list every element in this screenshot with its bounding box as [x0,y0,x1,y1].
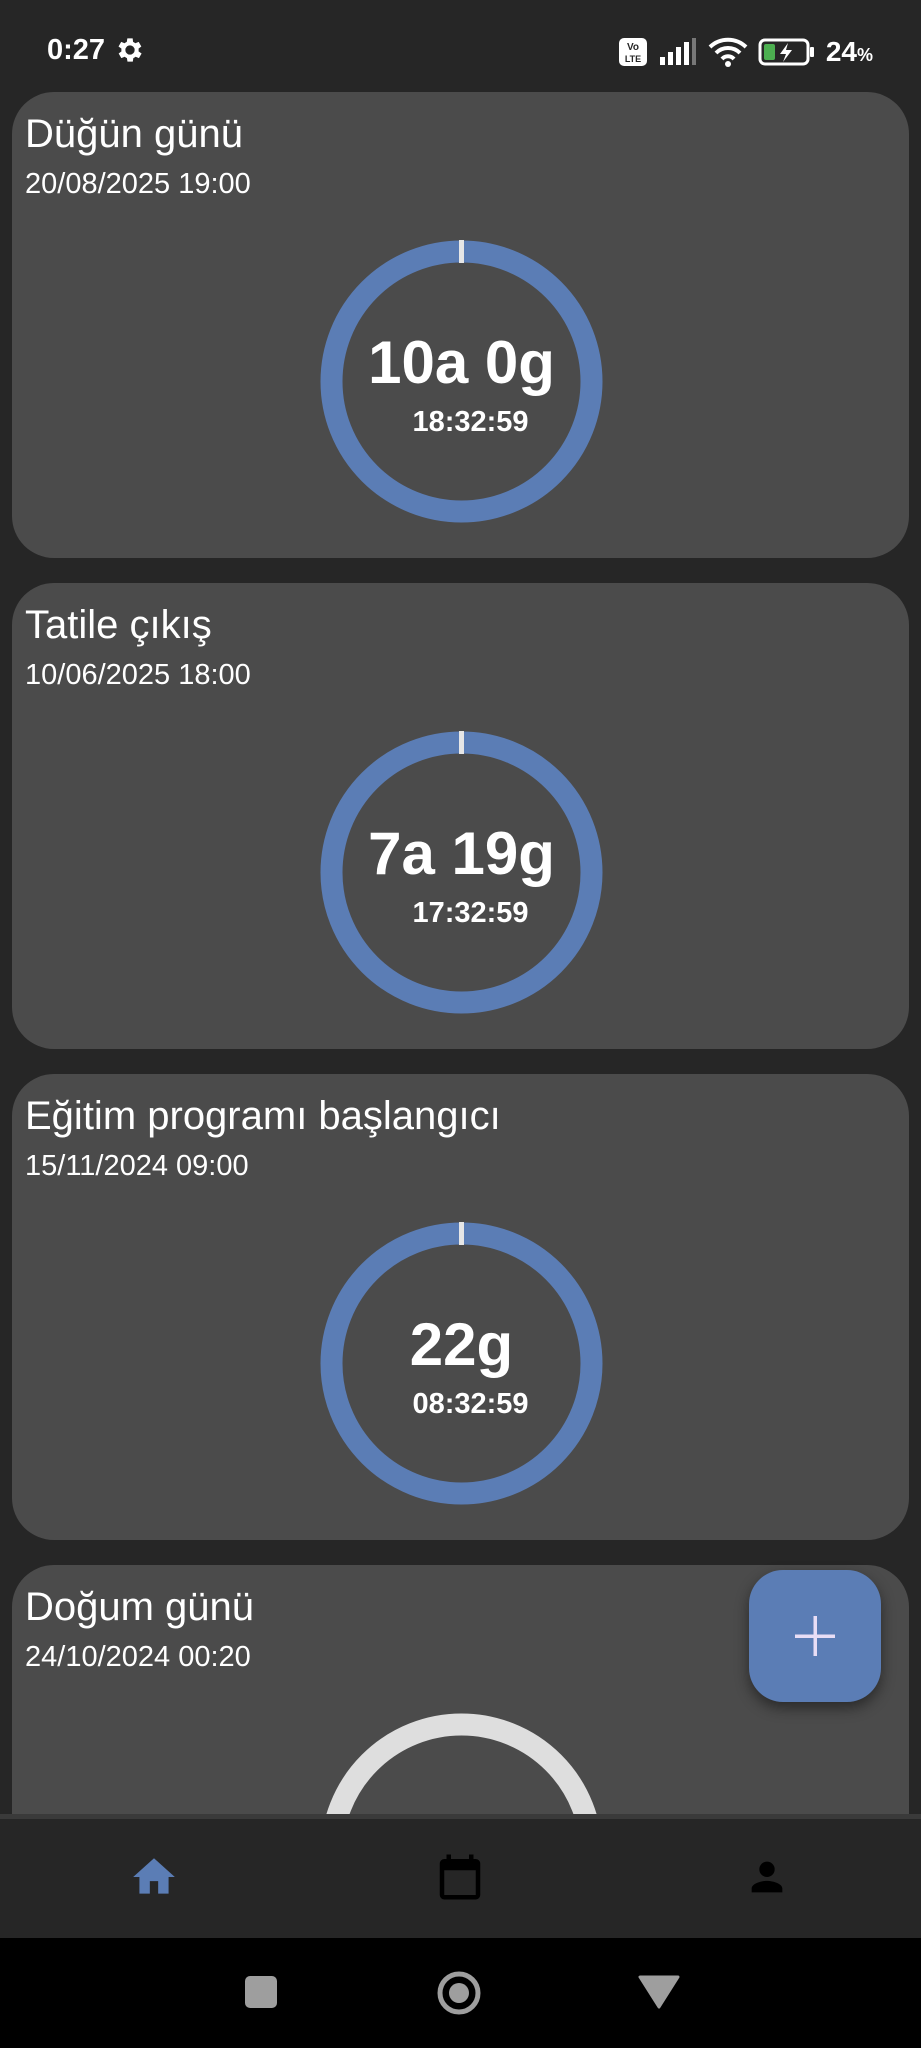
event-title: Doğum günü [25,1585,255,1629]
countdown-value: 22g [409,1311,514,1378]
nav-profile[interactable] [737,1847,797,1907]
status-icons: Vo LTE 24% [618,32,873,72]
event-date: 20/08/2025 19:00 [25,168,251,200]
countdown-ring: 7a 19g 17:32:59 [320,731,603,1014]
countdown-time: 17:32:59 [412,897,529,929]
plus-icon [795,1616,835,1656]
countdown-time: 18:32:59 [412,406,529,438]
countdown-ring: 10a 0g 18:32:59 [320,240,603,523]
event-title: Düğün günü [25,112,243,156]
circle-icon[interactable] [436,1970,482,2016]
svg-text:Vo: Vo [627,42,639,53]
event-date: 10/06/2025 18:00 [25,659,251,691]
battery-percent: 24% [825,36,873,67]
back-triangle-icon[interactable] [638,1974,680,2010]
nav-home[interactable] [124,1847,184,1907]
event-date: 15/11/2024 09:00 [25,1150,249,1182]
countdown-time: 08:32:59 [412,1388,529,1420]
event-date: 24/10/2024 00:20 [25,1641,251,1673]
calendar-icon [439,1854,481,1900]
countdown-ring [320,1713,603,1814]
event-card[interactable]: Düğün günü 20/08/2025 19:00 10a 0g 18:32… [12,92,909,558]
home-icon [133,1858,175,1894]
countdown-value: 7a 19g [368,820,555,887]
event-card[interactable]: Eğitim programı başlangıcı 15/11/2024 09… [12,1074,909,1540]
nav-calendar[interactable] [430,1847,490,1907]
gear-icon [118,38,142,62]
event-title: Eğitim programı başlangıcı [25,1094,501,1138]
event-card[interactable]: Tatile çıkış 10/06/2025 18:00 7a 19g 17:… [12,583,909,1049]
event-title: Tatile çıkış [25,603,212,647]
status-time: 0:27 [47,34,106,66]
progress-ring-icon [326,1713,597,1814]
person-icon [751,1861,783,1893]
system-nav-bar [0,1938,921,2048]
add-event-button[interactable] [749,1570,881,1702]
bottom-nav [0,1814,921,1938]
status-bar: 0:27 Vo LTE 24% [0,0,921,92]
countdown-value: 10a 0g [368,329,555,396]
volte-icon: Vo LTE [618,38,647,66]
square-icon[interactable] [243,1974,279,2010]
signal-icon [659,38,696,65]
countdown-ring: 22g 08:32:59 [320,1222,603,1505]
event-list[interactable]: Düğün günü 20/08/2025 19:00 10a 0g 18:32… [0,92,921,1814]
svg-text:LTE: LTE [625,54,641,64]
wifi-icon [708,37,748,67]
battery-charging-icon [758,38,814,66]
